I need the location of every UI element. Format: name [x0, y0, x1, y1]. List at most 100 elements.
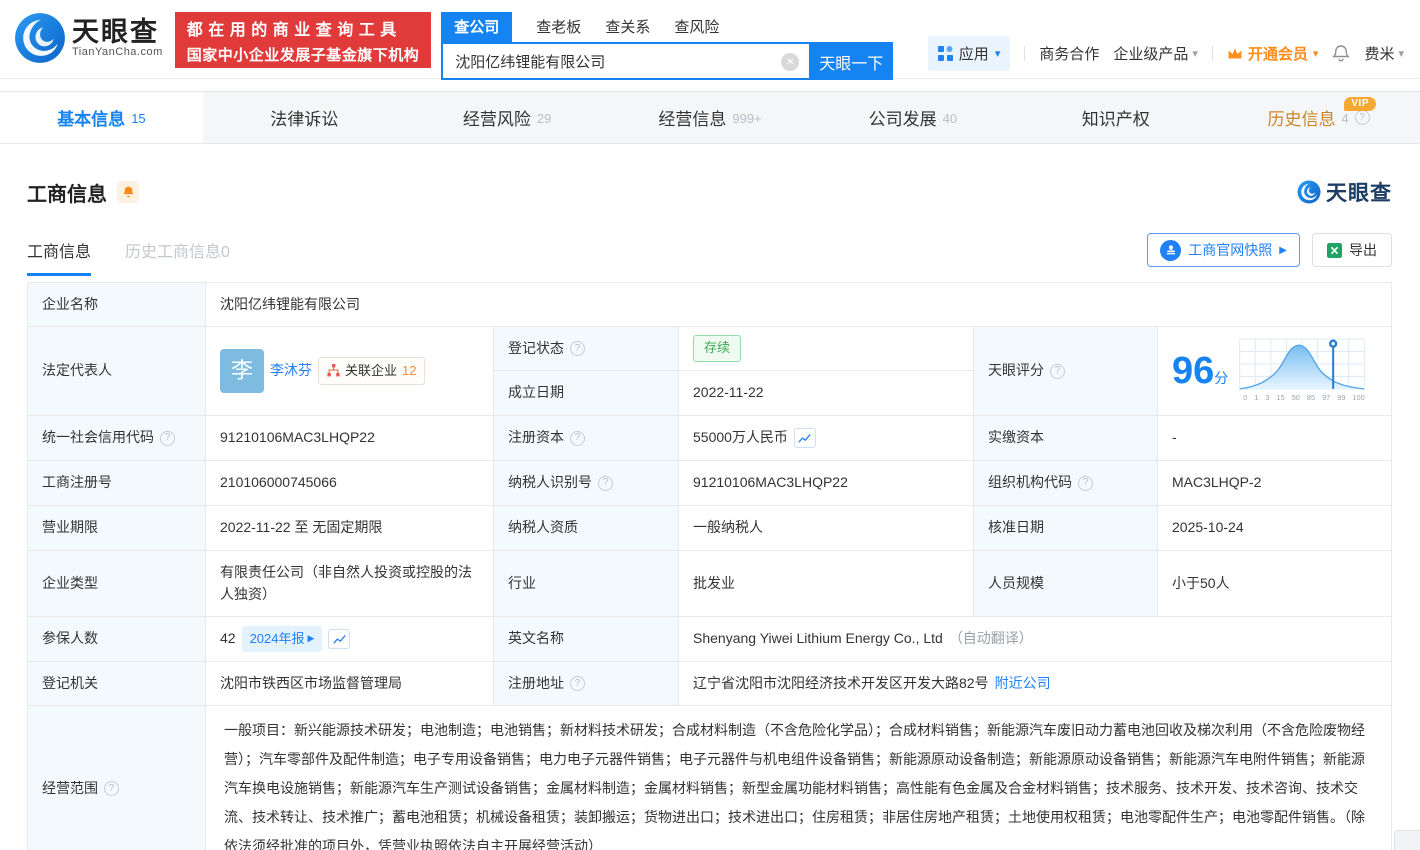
auto-translate-note: （自动翻译）: [948, 630, 1033, 647]
business-info-table: 企业名称 沈阳亿纬锂能有限公司 法定代表人 李 李沐芬 关联企业 12 登记状态…: [27, 282, 1392, 850]
nav-divider: [1211, 46, 1213, 61]
slogan-banner: 都在用的商业查询工具 国家中小企业发展子基金旗下机构: [174, 12, 432, 68]
score-value: 96: [1172, 350, 1215, 392]
company-name-label: 企业名称: [28, 283, 206, 326]
main-content: 工商信息 天眼查 工商信息 历史工商信息0 工商官网快照 ▶ 导出 企业名称 沈…: [0, 177, 1420, 850]
tianyancha-logo-icon: [15, 13, 65, 63]
tab-basic-info[interactable]: 基本信息 15: [0, 92, 203, 143]
related-companies-badge[interactable]: 关联企业 12: [318, 356, 426, 386]
nav-cooperation[interactable]: 商务合作: [1039, 43, 1099, 64]
arrow-right-icon: ▶: [1279, 244, 1287, 256]
tab-operating-info[interactable]: 经营信息 999+: [609, 92, 812, 143]
nav-apps[interactable]: 应用 ▾: [927, 36, 1011, 71]
help-icon[interactable]: ?: [104, 781, 119, 796]
approval-date-label: 核准日期: [974, 506, 1158, 550]
nav-user-menu[interactable]: 费米 ▾: [1364, 43, 1404, 64]
annual-report-label: 2024年报: [249, 630, 305, 646]
capital-trend-chart-icon[interactable]: [793, 428, 816, 448]
tab-count: 4: [1341, 111, 1349, 126]
tianyancha-company-page: 天眼查 TianYanCha.com 都在用的商业查询工具 国家中小企业发展子基…: [0, 0, 1420, 850]
business-term-label: 营业期限: [28, 506, 206, 550]
search-tab-risk[interactable]: 查风险: [674, 16, 719, 42]
official-snapshot-button[interactable]: 工商官网快照 ▶: [1147, 233, 1300, 267]
reg-address-value: 辽宁省沈阳市沈阳经济技术开发区开发大路82号: [693, 674, 989, 691]
crown-icon: [1228, 48, 1242, 59]
annual-report-badge[interactable]: 2024年报 ▶: [241, 625, 323, 653]
nav-divider: [1024, 46, 1026, 61]
watermark-logo: 天眼查: [1297, 177, 1392, 207]
help-icon[interactable]: ?: [598, 475, 613, 491]
score-distribution-chart: 01 3 15 50 85 97 99 100: [1238, 338, 1370, 404]
apps-grid-icon: [937, 46, 953, 61]
english-name-label: 英文名称: [494, 617, 679, 661]
org-chart-icon: [327, 364, 340, 377]
legal-rep-name-link[interactable]: 李沐芬: [270, 360, 312, 382]
top-header: 天眼查 TianYanCha.com 都在用的商业查询工具 国家中小企业发展子基…: [0, 0, 1420, 80]
tianyancha-logo[interactable]: 天眼查 TianYanCha.com: [14, 12, 163, 64]
taxpayer-id-label: 纳税人识别号: [508, 474, 592, 491]
header-nav: 应用 ▾ 商务合作 企业级产品 ▾ 开通会员 ▾ 费米 ▾: [927, 36, 1404, 71]
back-to-top-button[interactable]: [1394, 830, 1420, 850]
subtab-history-business-info[interactable]: 历史工商信息0: [125, 238, 230, 262]
help-icon[interactable]: ?: [1354, 110, 1370, 125]
tab-operating-risk[interactable]: 经营风险 29: [406, 92, 609, 143]
subtab-business-info[interactable]: 工商信息: [27, 238, 92, 276]
reg-number-label: 工商注册号: [28, 461, 206, 505]
search-button[interactable]: 天眼一下: [809, 44, 894, 80]
tab-label: 知识产权: [1081, 110, 1150, 129]
nearby-companies-link[interactable]: 附近公司: [995, 673, 1051, 695]
reg-capital-value: 55000万人民币: [693, 429, 788, 446]
tab-legal-proceedings[interactable]: 法律诉讼: [203, 92, 406, 143]
section-title: 工商信息: [27, 183, 107, 206]
company-type-value: 有限责任公司（非自然人投资或控股的法人独资）: [206, 551, 494, 616]
search-tab-relation[interactable]: 查关系: [605, 16, 650, 42]
reg-status-label-cell: 登记状态 ?: [494, 327, 679, 370]
search-tab-boss[interactable]: 查老板: [536, 16, 581, 42]
subscribe-bell-icon[interactable]: [117, 181, 139, 203]
approval-date-value: 2025-10-24: [1172, 519, 1244, 536]
nav-apps-label: 应用: [958, 46, 989, 63]
taxpayer-id-value: 91210106MAC3LHQP22: [679, 461, 974, 505]
search-input[interactable]: [441, 44, 810, 80]
score-label: 天眼评分: [988, 362, 1044, 379]
table-row: 经营范围 ? 一般项目：新兴能源技术研发；电池制造；电池销售；新材料技术研发；合…: [28, 706, 1391, 850]
reg-address-cell: 辽宁省沈阳市沈阳经济技术开发区开发大路82号 附近公司: [679, 662, 1391, 705]
export-button[interactable]: 导出: [1312, 233, 1392, 267]
tab-count: 40: [942, 111, 958, 126]
arrow-right-icon: ▶: [307, 633, 315, 644]
score-unit: 分: [1214, 370, 1229, 386]
table-row: 企业名称 沈阳亿纬锂能有限公司: [28, 283, 1391, 327]
avatar[interactable]: 李: [220, 349, 264, 393]
brand-name: 天眼查: [72, 16, 159, 47]
tab-count: 29: [536, 111, 552, 126]
tianyan-score-cell[interactable]: 96分 0 1 3 15 50 85 97 99 100: [1158, 327, 1391, 415]
help-icon[interactable]: ?: [570, 341, 585, 356]
tab-company-development[interactable]: 公司发展 40: [811, 92, 1014, 143]
paid-capital-label: 实缴资本: [974, 416, 1158, 460]
tab-history-info[interactable]: VIP 历史信息 4 ?: [1217, 92, 1420, 143]
stamp-icon: [1160, 239, 1182, 261]
search-tab-company[interactable]: 查公司: [441, 12, 513, 42]
help-icon[interactable]: ?: [1050, 363, 1065, 379]
help-icon[interactable]: ?: [1078, 475, 1093, 491]
credit-code-label: 统一社会信用代码: [42, 429, 154, 446]
slogan-line2: 国家中小企业发展子基金旗下机构: [186, 46, 420, 64]
nav-enterprise-products[interactable]: 企业级产品 ▾: [1113, 43, 1198, 64]
establish-date-value: 2022-11-22: [679, 371, 974, 415]
reg-status-cell: 存续: [679, 327, 974, 370]
tab-label: 公司发展: [868, 110, 937, 129]
help-icon[interactable]: ?: [160, 430, 175, 446]
notification-bell-icon[interactable]: [1332, 44, 1351, 63]
tab-intellectual-property[interactable]: 知识产权: [1014, 92, 1217, 143]
tab-label: 法律诉讼: [270, 110, 339, 129]
legal-rep-cell: 李 李沐芬 关联企业 12: [206, 327, 494, 415]
staff-size-label: 人员规模: [974, 551, 1158, 616]
insured-trend-chart-icon[interactable]: [328, 629, 351, 649]
excel-icon: [1327, 242, 1342, 258]
business-scope-text: 一般项目：新兴能源技术研发；电池制造；电池销售；新材料技术研发；合成材料制造（不…: [224, 722, 1365, 850]
snapshot-label: 工商官网快照: [1188, 242, 1273, 258]
nav-open-vip[interactable]: 开通会员 ▾: [1227, 43, 1318, 64]
help-icon[interactable]: ?: [570, 676, 585, 691]
help-icon[interactable]: ?: [570, 430, 585, 446]
taxpayer-quality-value: 一般纳税人: [679, 506, 974, 550]
